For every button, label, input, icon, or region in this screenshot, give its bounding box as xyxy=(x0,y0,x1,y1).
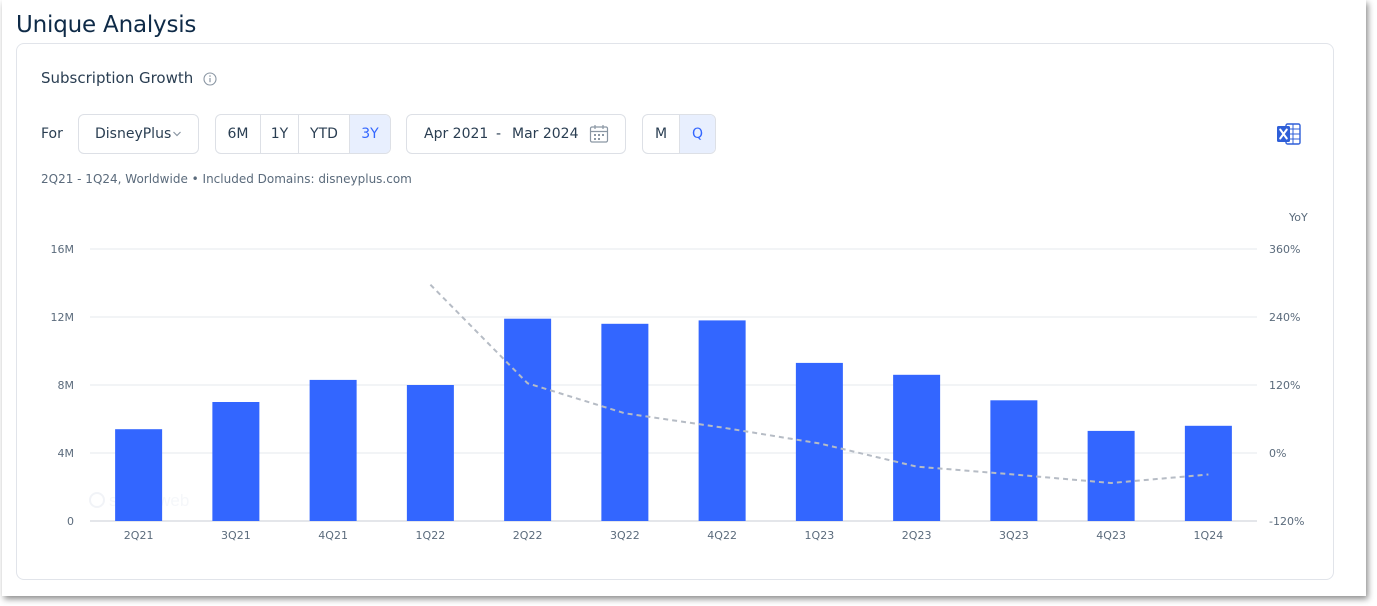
window-frame: Unique Analysis Subscription Growth For … xyxy=(2,0,1366,596)
y-right-axis-label: YoY xyxy=(1288,211,1308,224)
x-tick-label: 4Q22 xyxy=(707,529,737,542)
y-right-tick-label: 120% xyxy=(1269,379,1300,392)
y-right-tick-label: 240% xyxy=(1269,311,1300,324)
x-tick-label: 2Q21 xyxy=(124,529,154,542)
y-left-tick-label: 8M xyxy=(58,379,75,392)
x-tick-label: 1Q24 xyxy=(1194,529,1224,542)
x-tick-label: 1Q23 xyxy=(805,529,835,542)
bar xyxy=(309,379,357,521)
bar xyxy=(406,385,454,521)
bar xyxy=(1087,430,1135,521)
subscription-growth-card: Subscription Growth For DisneyPlus 6M 1Y… xyxy=(16,43,1334,580)
bar xyxy=(795,362,843,521)
bar xyxy=(990,400,1038,521)
y-right-tick-label: 360% xyxy=(1269,243,1300,256)
x-tick-label: 3Q21 xyxy=(221,529,251,542)
x-tick-label: 2Q23 xyxy=(902,529,932,542)
x-tick-label: 4Q21 xyxy=(318,529,348,542)
bar xyxy=(698,320,746,521)
x-tick-label: 2Q22 xyxy=(513,529,543,542)
y-left-tick-label: 16M xyxy=(51,243,75,256)
y-left-tick-label: 4M xyxy=(58,447,75,460)
bar xyxy=(115,429,163,521)
y-left-tick-label: 0 xyxy=(67,515,74,528)
x-tick-label: 3Q23 xyxy=(999,529,1029,542)
bar xyxy=(601,323,649,521)
y-right-tick-label: 0% xyxy=(1269,447,1286,460)
bar xyxy=(504,318,552,521)
bar xyxy=(212,402,260,521)
subscription-growth-chart: similarweb 04M8M12M16M-120%0%120%240%360… xyxy=(51,211,1308,542)
y-right-tick-label: -120% xyxy=(1269,515,1304,528)
x-tick-label: 4Q23 xyxy=(1096,529,1126,542)
bar xyxy=(1184,425,1232,521)
bar xyxy=(893,374,941,521)
x-tick-label: 3Q22 xyxy=(610,529,640,542)
y-left-tick-label: 12M xyxy=(51,311,75,324)
page-title: Unique Analysis xyxy=(16,12,197,38)
x-tick-label: 1Q22 xyxy=(416,529,446,542)
